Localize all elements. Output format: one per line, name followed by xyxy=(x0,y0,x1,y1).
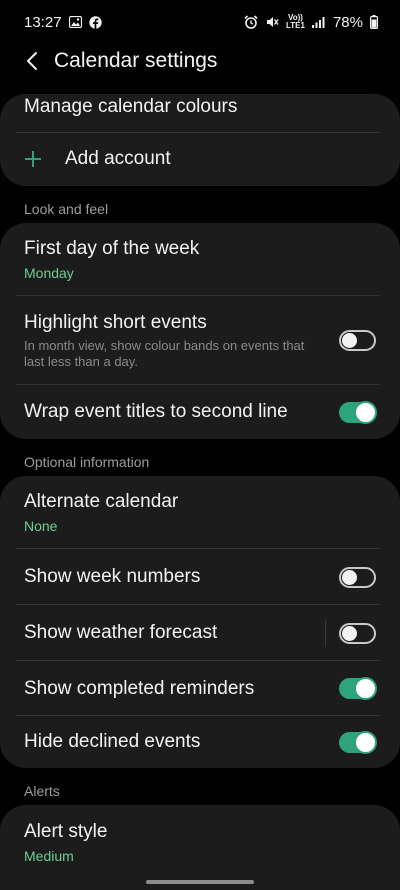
volte-lte-indicator: Vo)) LTE1 xyxy=(286,14,305,30)
alerts-card: Alert style Medium xyxy=(0,805,400,890)
accounts-card: Manage calendar colours Add account xyxy=(0,94,400,186)
status-left: 13:27 xyxy=(24,14,102,31)
section-label-optional-information: Optional information xyxy=(24,454,150,470)
add-account-label: Add account xyxy=(65,148,171,169)
gallery-notification-icon xyxy=(68,16,82,28)
show-completed-reminders-toggle[interactable] xyxy=(339,677,377,700)
back-button[interactable] xyxy=(12,41,52,81)
alternate-calendar-value: None xyxy=(24,518,58,534)
show-week-numbers-toggle[interactable] xyxy=(339,566,376,588)
show-completed-reminders-title: Show completed reminders xyxy=(24,677,255,699)
manage-calendar-colours-item[interactable]: Manage calendar colours xyxy=(0,94,400,133)
vertical-separator xyxy=(325,620,326,646)
first-day-of-week-title: First day of the week xyxy=(24,238,200,259)
hide-declined-events-item[interactable]: Hide declined events xyxy=(0,716,400,768)
chevron-left-icon xyxy=(27,52,37,70)
show-week-numbers-item[interactable]: Show week numbers xyxy=(0,549,400,605)
alert-style-title: Alert style xyxy=(24,820,108,842)
status-right: Vo)) LTE1 78% xyxy=(244,14,378,31)
look-and-feel-card: First day of the week Monday Highlight s… xyxy=(0,223,400,439)
show-completed-reminders-item[interactable]: Show completed reminders xyxy=(0,661,400,716)
toggle-knob xyxy=(354,400,377,424)
wrap-event-titles-toggle[interactable] xyxy=(339,400,377,424)
lte-label: LTE1 xyxy=(286,21,305,30)
wrap-event-titles-title: Wrap event titles to second line xyxy=(24,401,288,422)
section-label-alerts: Alerts xyxy=(24,783,60,799)
alert-style-item[interactable]: Alert style Medium xyxy=(0,805,400,879)
toggle-knob xyxy=(354,730,377,754)
first-day-of-week-value: Monday xyxy=(24,265,74,281)
section-label-look-and-feel: Look and feel xyxy=(24,201,109,217)
mute-icon xyxy=(265,15,279,29)
highlight-short-events-item[interactable]: Highlight short events In month view, sh… xyxy=(0,296,400,385)
highlight-short-events-title: Highlight short events xyxy=(24,312,207,333)
add-account-item[interactable]: Add account xyxy=(0,132,400,186)
alert-style-value: Medium xyxy=(24,847,74,864)
wrap-event-titles-item[interactable]: Wrap event titles to second line xyxy=(0,385,400,439)
home-indicator[interactable] xyxy=(146,880,254,884)
alternate-calendar-title: Alternate calendar xyxy=(24,491,179,512)
toggle-knob xyxy=(354,677,377,700)
highlight-short-events-description: In month view, show colour bands on even… xyxy=(24,338,305,369)
show-weather-forecast-title: Show weather forecast xyxy=(24,622,218,643)
alternate-calendar-item[interactable]: Alternate calendar None xyxy=(0,476,400,549)
calendar-settings-screen: 13:27 Vo)) LTE1 78% Calendar settings Ma… xyxy=(0,0,400,890)
status-time: 13:27 xyxy=(24,13,62,31)
alarm-icon xyxy=(244,15,258,29)
toggle-knob xyxy=(342,569,357,585)
plus-icon xyxy=(24,150,48,168)
manage-calendar-colours-label: Manage calendar colours xyxy=(24,96,238,117)
show-weather-forecast-toggle[interactable] xyxy=(339,622,376,644)
highlight-short-events-toggle[interactable] xyxy=(339,330,376,351)
battery-icon xyxy=(370,15,378,29)
optional-information-card: Alternate calendar None Show week number… xyxy=(0,476,400,768)
toggle-knob xyxy=(342,625,357,641)
signal-icon xyxy=(311,16,326,28)
battery-percentage: 78% xyxy=(332,13,363,31)
show-weather-forecast-item[interactable]: Show weather forecast xyxy=(0,605,400,661)
show-week-numbers-title: Show week numbers xyxy=(24,566,201,587)
hide-declined-events-title: Hide declined events xyxy=(24,731,201,752)
page-title: Calendar settings xyxy=(54,49,218,72)
hide-declined-events-toggle[interactable] xyxy=(339,730,377,754)
app-header: Calendar settings xyxy=(0,40,400,82)
first-day-of-week-item[interactable]: First day of the week Monday xyxy=(0,223,400,296)
facebook-notification-icon xyxy=(88,15,102,29)
status-bar: 13:27 Vo)) LTE1 78% xyxy=(0,0,400,44)
toggle-knob xyxy=(342,333,357,348)
